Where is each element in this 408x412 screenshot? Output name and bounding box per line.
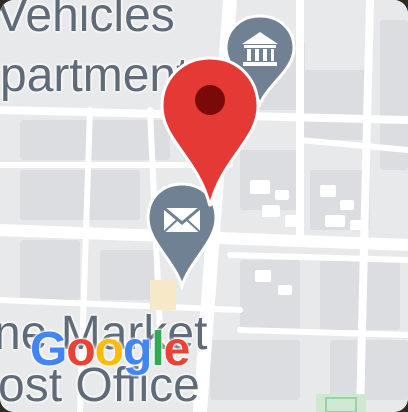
google-logo-letter: G (30, 323, 67, 376)
google-logo-letter: o (66, 323, 95, 376)
google-logo-letter: g (123, 323, 152, 376)
map-view[interactable]: Vehicles partment ne Market ost Office G… (0, 0, 408, 412)
google-logo: Google (30, 322, 191, 377)
google-logo-letter: e (163, 323, 191, 376)
google-logo-letter: l (151, 323, 164, 376)
location-pin-icon[interactable] (158, 54, 262, 210)
google-logo-letter: o (94, 323, 124, 376)
map-label-vehicles: Vehicles (0, 0, 175, 42)
